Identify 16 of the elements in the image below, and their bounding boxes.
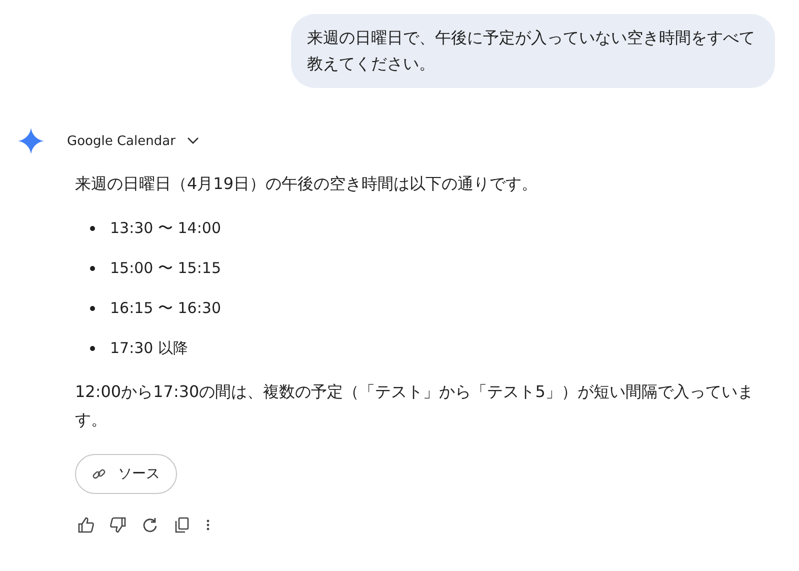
- time-slot: 13:30 〜 14:00: [110, 218, 221, 238]
- thumbs-down-icon[interactable]: [109, 516, 127, 534]
- source-button[interactable]: ソース: [75, 454, 177, 494]
- response-text: 来週の日曜日（4月19日）の午後の空き時間は以下の通りです。: [75, 173, 539, 195]
- user-message: 来週の日曜日で、午後に予定が入っていない空き時間をすべて教えてください。: [291, 14, 775, 88]
- refresh-icon[interactable]: [141, 516, 159, 534]
- thumbs-up-icon[interactable]: [77, 516, 95, 534]
- time-slot: 17:30 以降: [110, 338, 188, 358]
- source-dropdown[interactable]: Google Calendar: [67, 134, 200, 148]
- response-text: 12:00から17:30の間は、複数の予定（「テスト」から「テスト5」）が短い間隔で入っています。: [75, 381, 754, 431]
- chevron-down-icon: [187, 137, 200, 145]
- time-slot: 15:00 〜 15:15: [110, 258, 221, 278]
- copy-icon[interactable]: [173, 516, 191, 534]
- link-icon: [92, 467, 106, 481]
- sparkle-icon: [18, 128, 44, 154]
- time-slot: 16:15 〜 16:30: [110, 298, 221, 318]
